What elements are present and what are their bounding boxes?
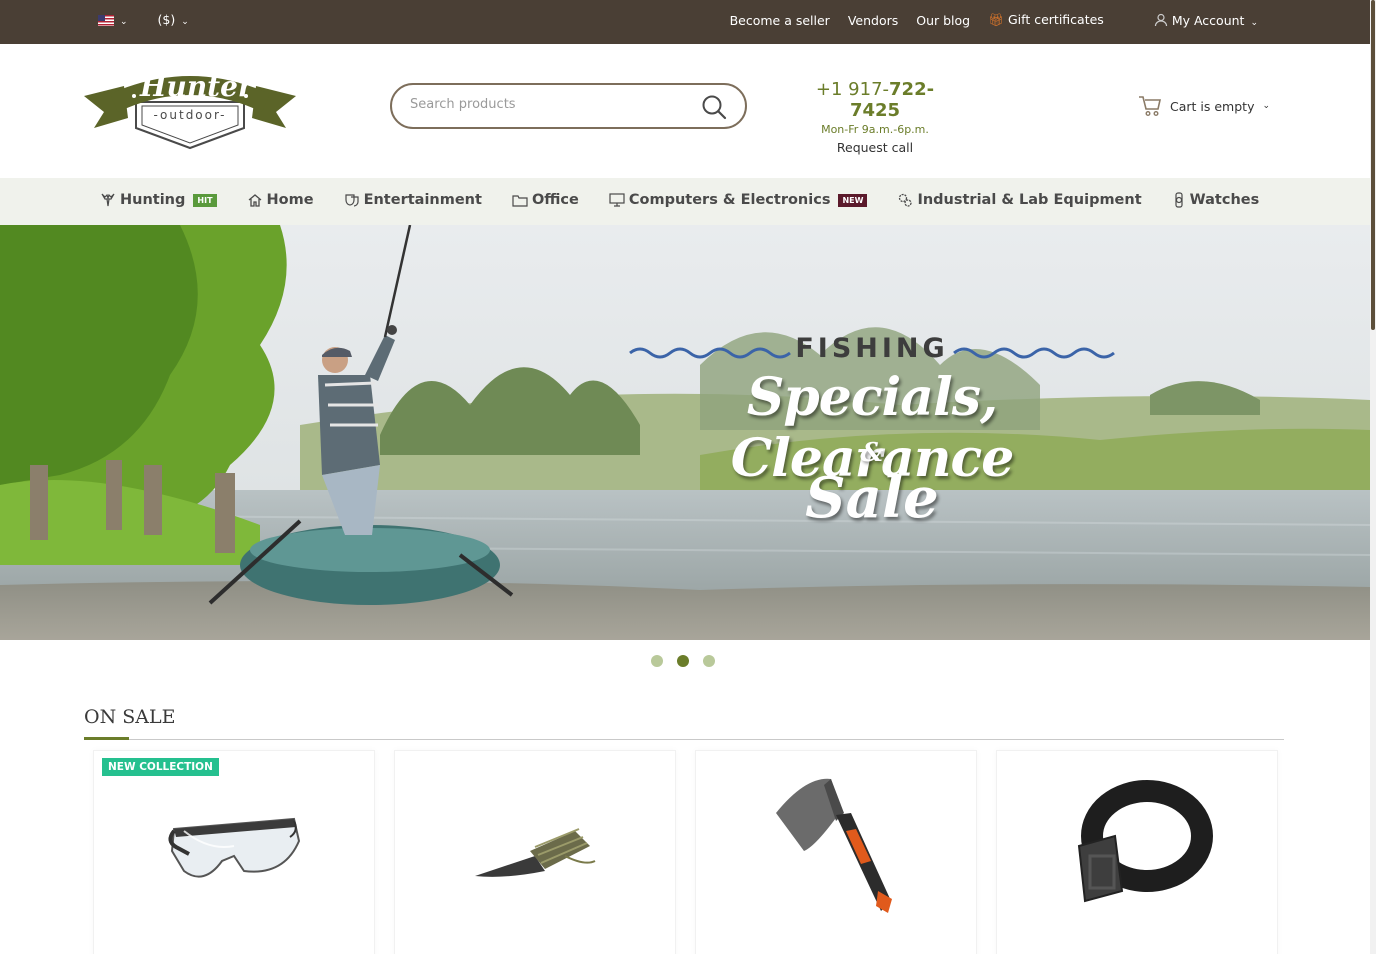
menu-item-entertainment[interactable]: Entertainment [344,192,482,208]
contact-phone: +1 917-722-7425 Mon-Fr 9a.m.-6p.m. Reque… [800,79,950,155]
chevron-down-icon: ⌄ [120,17,128,27]
menu-label: Industrial & Lab Equipment [917,192,1142,208]
menu-label: Hunting [120,192,186,208]
logo-subtitle: -outdoor- [153,108,227,122]
hatchet-image [776,778,892,913]
slider-dot-active[interactable] [677,655,689,667]
banner-sale: Sale [805,465,939,531]
new-badge: NEW [838,193,868,207]
menu-item-watches[interactable]: Watches [1172,192,1260,208]
store-logo[interactable]: Hunter -outdoor- [84,66,296,152]
cart-label: Cart is empty [1170,98,1255,114]
product-card[interactable]: NEW COLLECTION [93,750,375,954]
blog-link[interactable]: Our blog [916,13,970,28]
business-hours: Mon-Fr 9a.m.-6p.m. [821,123,929,136]
folder-icon [512,195,528,207]
menu-label: Computers & Electronics [628,192,831,208]
hero-banner[interactable]: FISHING Specials, Clearance & Sale [0,225,1370,640]
chevron-down-icon: ⌄ [1250,17,1258,28]
search-input[interactable] [410,97,690,112]
banner-eyebrow: FISHING [795,333,949,364]
request-call-link[interactable]: Request call [800,140,950,155]
menu-item-computers-electronics[interactable]: Computers & Electronics NEW [609,192,868,208]
my-account-menu[interactable]: My Account ⌄ [1154,13,1258,28]
chevron-down-icon: ⌄ [181,17,189,27]
gift-icon: 🎁︎ [988,12,1004,27]
user-icon [1154,13,1167,26]
my-account-label: My Account [1171,12,1245,28]
currency-label: ($) [157,12,176,27]
menu-label: Watches [1189,192,1260,208]
product-card[interactable] [394,750,676,954]
us-flag-icon [98,15,114,26]
tactical-belt-image [1077,780,1213,903]
menu-label: Home [266,192,314,208]
menu-label: Entertainment [363,192,482,208]
search-box[interactable] [390,83,747,129]
theater-masks-icon [344,194,359,207]
menu-label: Office [531,192,579,208]
new-collection-label: NEW COLLECTION [102,758,219,776]
become-seller-link[interactable]: Become a seller [730,13,830,28]
deer-icon [101,193,115,207]
cart-icon [1139,96,1161,117]
watch-icon [1175,192,1183,208]
menu-item-office[interactable]: Office [512,192,579,208]
search-icon[interactable] [701,94,727,120]
slider-dot[interactable] [651,655,663,667]
phone-number[interactable]: +1 917-722-7425 [800,79,950,121]
chevron-down-icon: ⌄ [1262,101,1271,111]
banner-ampersand: & [860,438,884,468]
menu-item-industrial-lab[interactable]: Industrial & Lab Equipment [897,192,1142,208]
language-selector[interactable]: ⌄ [98,12,128,27]
slider-dot[interactable] [703,655,715,667]
product-card[interactable] [695,750,977,954]
section-divider [84,739,1284,740]
cart-dropdown[interactable]: Cart is empty ⌄ [1138,95,1270,117]
main-menu: Hunting HIT Home Entertainment Office Co… [0,178,1370,225]
knife-image [475,828,596,877]
phone-prefix: +1 917- [815,79,890,100]
gift-certificates-label: Gift certificates [1008,12,1104,27]
header: Hunter -outdoor- +1 917-722-7425 Mon-Fr … [0,44,1370,178]
gears-icon [899,193,913,207]
product-card[interactable] [996,750,1278,954]
currency-selector[interactable]: ($) ⌄ [158,12,189,27]
vendors-link[interactable]: Vendors [848,13,898,28]
product-grid: NEW COLLECTION [93,750,1278,954]
top-bar: ⌄ ($) ⌄ Become a seller Vendors Our blog … [0,0,1370,44]
slider-dots [651,655,715,667]
page: { "topbar": { "language_icon": "us-flag-… [0,0,1376,954]
section-title-on-sale: ON SALE [84,706,176,728]
safety-glasses-image [168,817,301,878]
menu-item-hunting[interactable]: Hunting HIT [100,192,217,208]
scrollbar-thumb[interactable] [1371,0,1375,330]
home-icon [248,194,261,207]
gift-certificates-link[interactable]: 🎁︎ Gift certificates [988,12,1104,28]
logo-title: Hunter [140,70,253,103]
menu-item-home[interactable]: Home [247,192,314,208]
hit-badge: HIT [193,193,217,207]
monitor-icon [609,193,625,207]
page-scrollbar[interactable] [1370,0,1376,954]
section-accent [84,737,129,740]
